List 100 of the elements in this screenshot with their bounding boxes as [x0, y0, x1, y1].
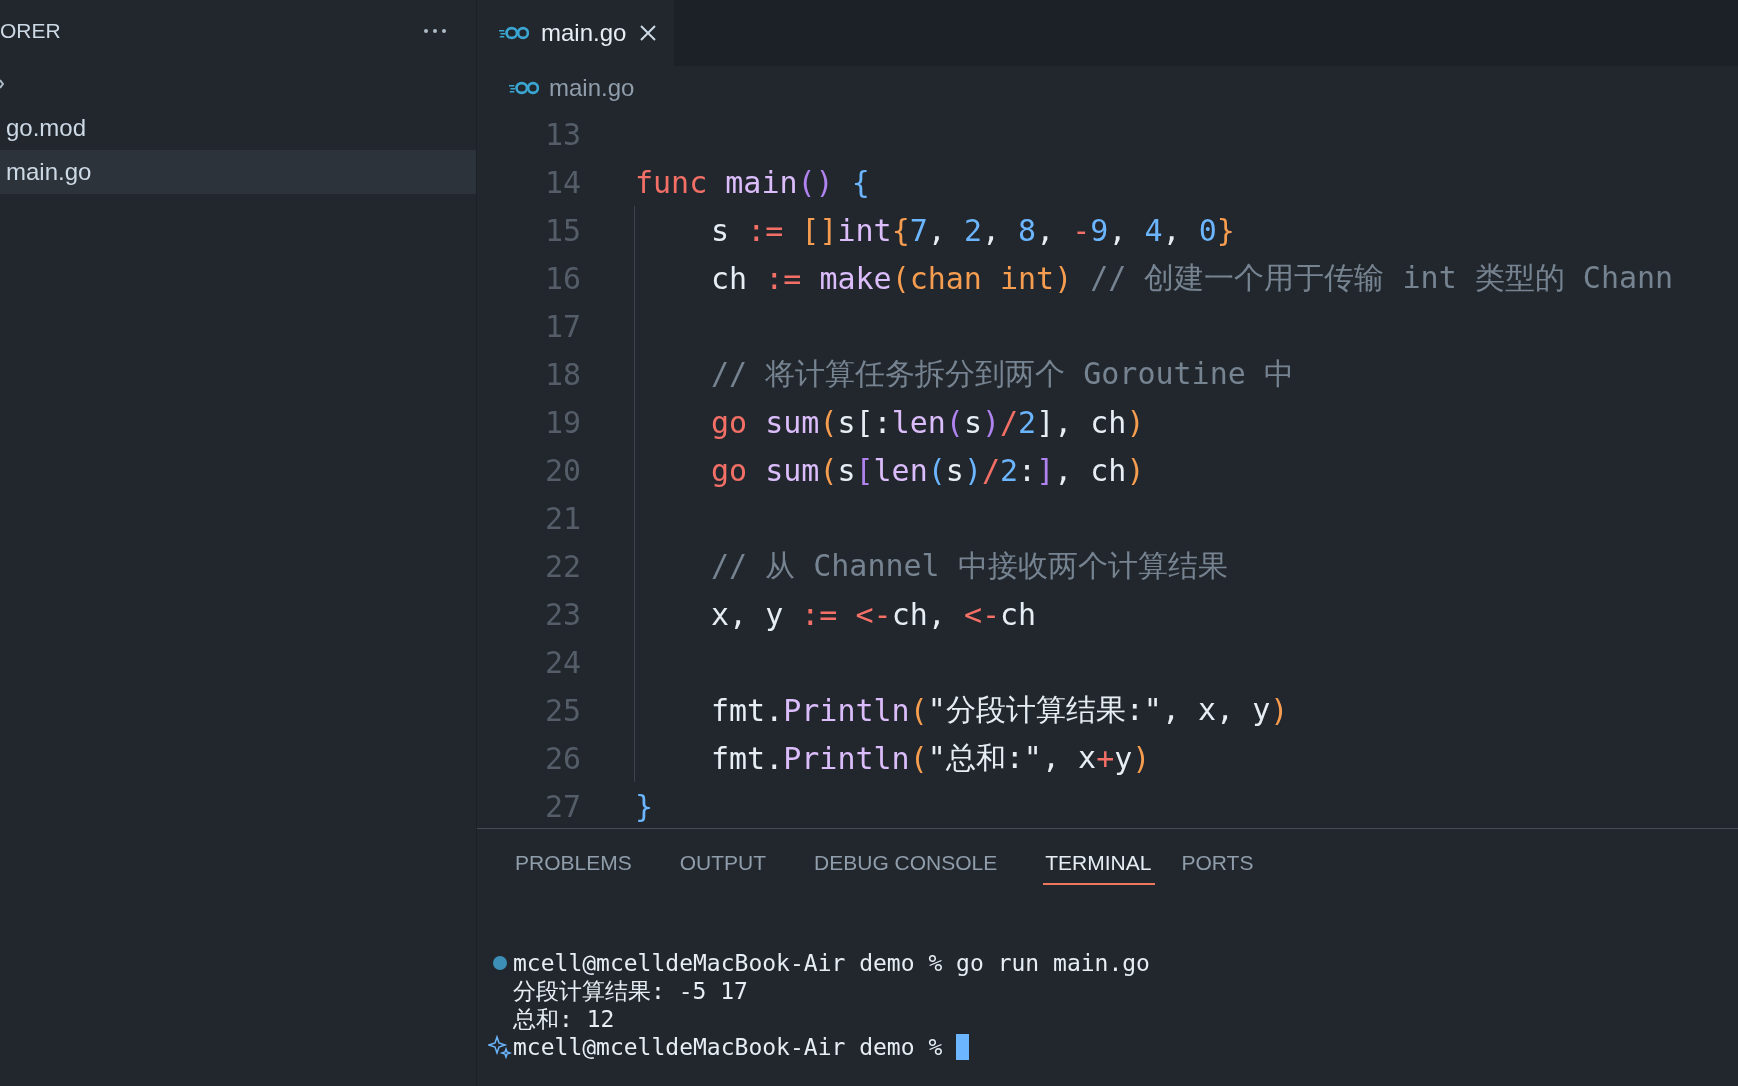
code-token: ): [963, 452, 982, 488]
line-number: 23: [543, 596, 581, 632]
code-comment: // 从 Channel 中接收两个计算结果: [711, 546, 1228, 585]
code-token: }: [1216, 212, 1235, 248]
line-number: 15: [543, 212, 581, 248]
code-token: ): [1126, 452, 1145, 488]
code-token: fmt.: [711, 740, 784, 776]
code-token: ,: [1036, 212, 1056, 248]
line-number: 19: [543, 404, 581, 440]
code-token: (: [909, 740, 928, 776]
code-token: s: [945, 452, 964, 488]
code-token: {: [850, 164, 870, 200]
breadcrumb[interactable]: main.go: [549, 74, 635, 102]
more-icon[interactable]: [424, 29, 446, 33]
line-number: 24: [543, 644, 581, 680]
code-token: [: [855, 452, 874, 488]
code-token: ): [1054, 260, 1073, 296]
code-token: ,: [1162, 212, 1182, 248]
code-token: y: [1114, 740, 1133, 776]
code-token: s: [963, 404, 982, 440]
line-number: 27: [543, 788, 581, 824]
code-token: ): [1270, 692, 1289, 728]
code-token: +: [1096, 740, 1115, 776]
code-token: sum: [765, 404, 820, 440]
file-item[interactable]: go.mod: [0, 106, 476, 150]
code-token: <-: [855, 596, 892, 632]
code-token: (): [797, 164, 834, 200]
code-token: (: [927, 452, 946, 488]
status-dot-icon: [493, 956, 507, 970]
file-item[interactable]: main.go: [0, 150, 476, 194]
line-number: 21: [543, 500, 581, 536]
code-token: ch: [1000, 596, 1037, 632]
code-token: s: [837, 452, 856, 488]
code-token: ): [1132, 740, 1151, 776]
code-token: ch: [711, 260, 749, 296]
code-token: 7: [909, 212, 928, 248]
code-token: /: [981, 452, 1000, 488]
editor-tab[interactable]: main.go: [477, 0, 675, 66]
panel-tab[interactable]: DEBUG CONSOLE: [812, 841, 1020, 885]
code-token: 2: [1018, 404, 1037, 440]
go-file-icon: [509, 81, 539, 95]
line-number: 20: [543, 452, 581, 488]
code-token: len: [891, 404, 946, 440]
code-token: Println: [783, 692, 910, 728]
code-token: :=: [747, 212, 785, 248]
code-token: len: [873, 452, 928, 488]
code-token: int: [837, 212, 892, 248]
code-token: ): [981, 404, 1000, 440]
terminal-line: 分段计算结果: -5 17: [513, 976, 748, 1006]
terminal-line: 总和: 12: [513, 1004, 615, 1034]
line-number: 17: [543, 308, 581, 344]
code-comment: // 创建一个用于传输 int 类型的 Chann: [1089, 258, 1674, 297]
code-token: func: [635, 164, 709, 200]
line-number: 18: [543, 356, 581, 392]
code-token: 0: [1198, 212, 1217, 248]
panel-tab[interactable]: PROBLEMS: [513, 841, 654, 885]
code-token: 8: [1018, 212, 1037, 248]
code-token: chan int: [909, 260, 1055, 296]
code-token: -: [1072, 212, 1091, 248]
code-token: []: [801, 212, 838, 248]
code-token: go: [711, 452, 749, 488]
line-number: 16: [543, 260, 581, 296]
terminal-cursor: [956, 1034, 970, 1060]
code-token: x, y: [711, 596, 785, 632]
code-token: :=: [765, 260, 803, 296]
line-number: 25: [543, 692, 581, 728]
code-token: Println: [783, 740, 910, 776]
terminal-line: mcell@mcelldeMacBook-Air demo %: [513, 1034, 943, 1060]
code-token: "总和:", x: [927, 738, 1097, 777]
code-token: {: [891, 212, 910, 248]
code-token: :: [1018, 452, 1037, 488]
code-token: ): [1126, 404, 1145, 440]
close-icon[interactable]: [638, 23, 659, 43]
code-token: ,: [981, 212, 1001, 248]
code-token: make: [819, 260, 892, 296]
code-token: sum: [765, 452, 820, 488]
code-token: fmt.: [711, 692, 784, 728]
code-token: "分段计算结果:", x, y: [927, 690, 1271, 729]
code-token: (: [819, 404, 838, 440]
code-token: (: [909, 692, 928, 728]
panel-tab[interactable]: OUTPUT: [677, 841, 789, 885]
code-token: ]: [1036, 452, 1055, 488]
panel-tab[interactable]: TERMINAL: [1043, 841, 1156, 885]
panel-tab[interactable]: PORTS: [1179, 841, 1276, 885]
chevron-icon[interactable]: [0, 78, 4, 90]
code-token: ,: [927, 212, 947, 248]
code-token: 2: [963, 212, 982, 248]
sidebar-title: ORER: [0, 19, 61, 43]
code-token: 2: [1000, 452, 1019, 488]
code-token: (: [945, 404, 964, 440]
code-token: (: [891, 260, 910, 296]
sparkle-icon: [488, 1035, 512, 1059]
code-token: 9: [1090, 212, 1109, 248]
code-token: (: [819, 452, 838, 488]
code-token: main: [725, 164, 798, 200]
code-token: go: [711, 404, 749, 440]
code-token: /: [1000, 404, 1019, 440]
terminal-line: mcell@mcelldeMacBook-Air demo % go run main.go: [513, 950, 1150, 976]
code-token: 4: [1144, 212, 1163, 248]
line-number: 22: [543, 548, 581, 584]
